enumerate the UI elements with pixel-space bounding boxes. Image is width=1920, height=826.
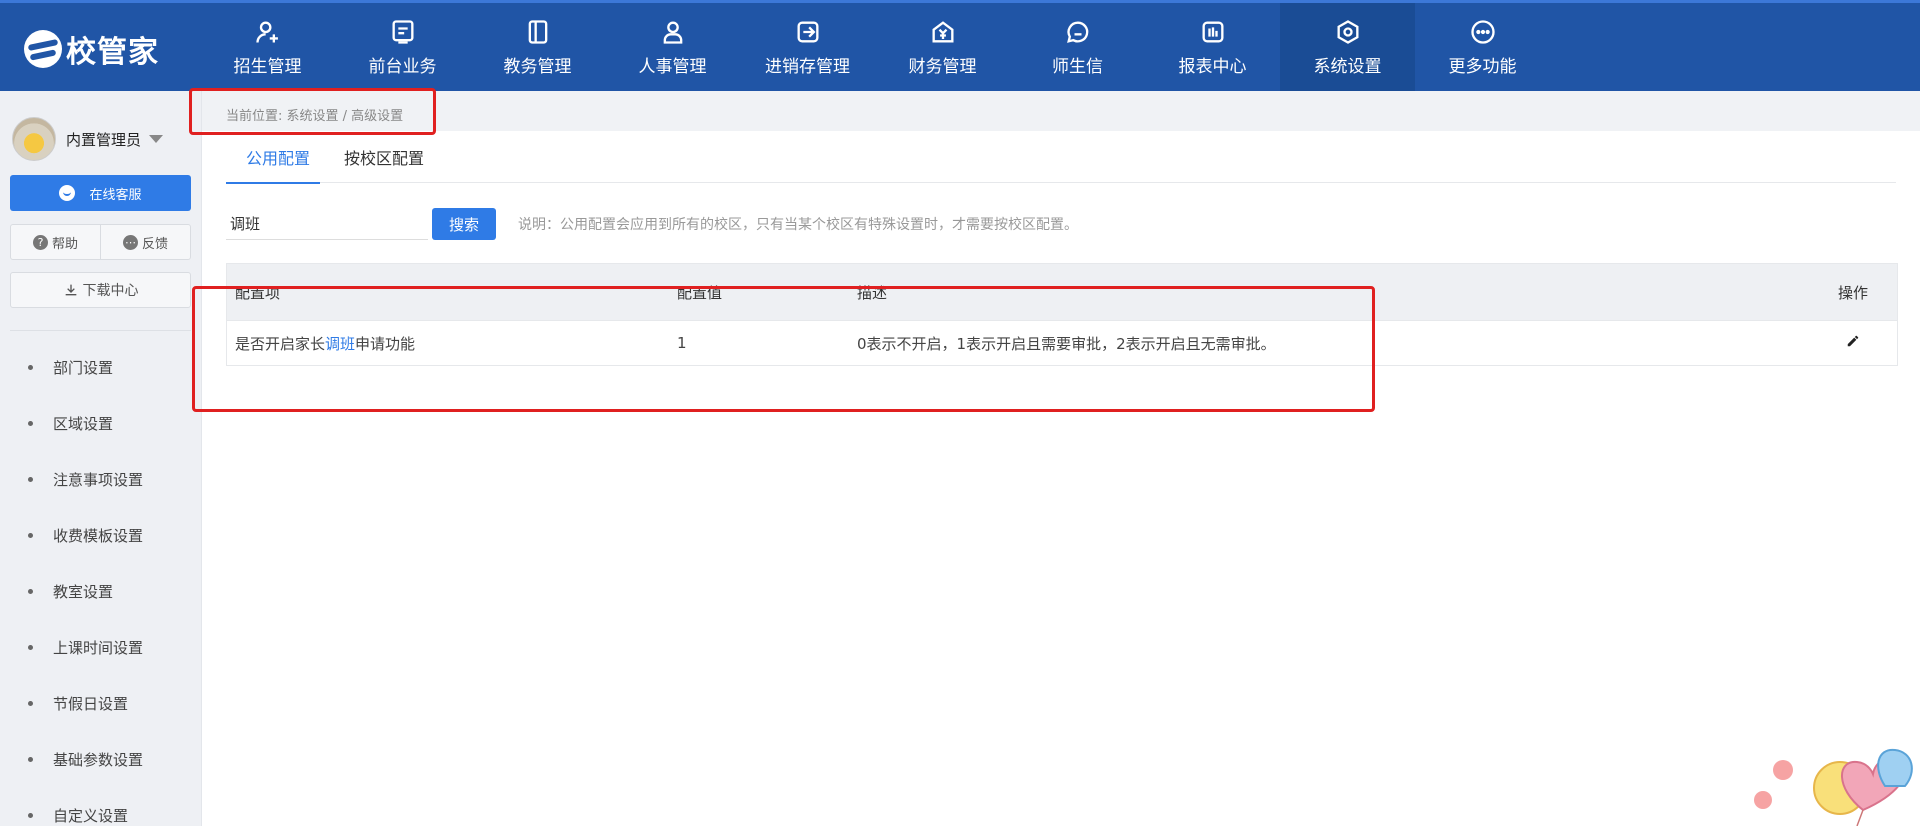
bullet-icon (28, 644, 33, 650)
brand-logo[interactable]: 校管家 (24, 27, 159, 71)
service-face-icon (59, 185, 76, 201)
bullet-icon (28, 812, 33, 818)
main-content: 公用配置 按校区配置 搜索 说明：公用配置会应用到所有的校区，只有当某个校区有特… (202, 131, 1920, 826)
sidebar-item-region[interactable]: 区域设置 (0, 395, 202, 451)
sidebar-item-label: 教室设置 (53, 582, 114, 601)
nav-label: 更多功能 (1448, 56, 1517, 77)
sidebar-item-fee-template[interactable]: 收费模板设置 (0, 507, 202, 563)
col-header-action: 操作 (1837, 283, 1868, 302)
nav-item-finance[interactable]: 财务管理 (875, 3, 1010, 91)
sidebar-item-classroom[interactable]: 教室设置 (0, 563, 202, 619)
sidebar-item-label: 基础参数设置 (53, 750, 144, 769)
help-button[interactable]: ? 帮助 (11, 225, 100, 259)
bullet-icon (28, 532, 33, 538)
search-row: 搜索 说明：公用配置会应用到所有的校区，只有当某个校区有特殊设置时，才需要按校区… (226, 207, 1078, 241)
bullet-icon (28, 364, 33, 370)
user-name: 内置管理员 (66, 130, 142, 149)
nav-label: 系统设置 (1313, 56, 1382, 77)
tab-campus-config[interactable]: 按校区配置 (320, 131, 448, 183)
bar-report-icon (1199, 18, 1227, 46)
feedback-button[interactable]: ⋯ 反馈 (100, 225, 190, 259)
breadcrumb-bar: 当前位置: 系统设置 / 高级设置 (202, 91, 1920, 131)
nav-item-academic[interactable]: 教务管理 (470, 3, 605, 91)
download-center-button[interactable]: 下载中心 (10, 272, 191, 308)
sidebar-item-label: 节假日设置 (53, 694, 129, 713)
nav-label: 前台业务 (368, 56, 437, 77)
help-feedback-row: ? 帮助 ⋯ 反馈 (10, 224, 191, 260)
highlight-box-table (192, 286, 1375, 412)
download-center-label: 下载中心 (82, 283, 139, 299)
nav-label: 教务管理 (503, 56, 572, 77)
nav-label: 进销存管理 (765, 56, 850, 77)
nav-label: 招生管理 (233, 56, 302, 77)
bullet-icon (28, 700, 33, 706)
sidebar-item-label: 部门设置 (53, 358, 114, 377)
sidebar-item-label: 注意事项设置 (53, 470, 144, 489)
logo-mark-icon (24, 30, 62, 68)
nav-label: 人事管理 (638, 56, 707, 77)
download-icon (65, 284, 76, 296)
top-navigation-bar: 校管家 招生管理 前台业务 教务管理 人事管理 进销存管理 财务管理 师生信 报… (0, 0, 1920, 91)
user-menu[interactable]: 内置管理员 (12, 117, 164, 161)
sidebar-item-notices[interactable]: 注意事项设置 (0, 451, 202, 507)
online-service-label: 在线客服 (89, 187, 142, 203)
sidebar-item-custom[interactable]: 自定义设置 (0, 787, 202, 826)
chat-icon (1064, 18, 1092, 46)
sidebar-item-basic-params[interactable]: 基础参数设置 (0, 731, 202, 787)
online-service-button[interactable]: 在线客服 (10, 175, 191, 211)
bullet-icon (28, 476, 33, 482)
search-note: 说明：公用配置会应用到所有的校区，只有当某个校区有特殊设置时，才需要按校区配置。 (518, 217, 1078, 233)
sidebar-item-label: 自定义设置 (53, 806, 129, 825)
book-icon (524, 18, 552, 46)
yen-house-icon (929, 18, 957, 46)
search-button[interactable]: 搜索 (432, 208, 496, 240)
nav-item-more[interactable]: 更多功能 (1415, 3, 1550, 91)
nav-item-system-settings[interactable]: 系统设置 (1280, 3, 1415, 91)
nav-item-inventory[interactable]: 进销存管理 (740, 3, 875, 91)
nav-item-recruitment[interactable]: 招生管理 (200, 3, 335, 91)
monitor-icon (389, 18, 417, 46)
bullet-icon (28, 756, 33, 762)
brand-name: 校管家 (66, 35, 159, 70)
settings-menu: 部门设置 区域设置 注意事项设置 收费模板设置 教室设置 上课时间设置 节假日设… (0, 339, 202, 826)
avatar (12, 117, 56, 161)
help-label: 帮助 (51, 236, 78, 252)
sidebar-divider (10, 330, 191, 331)
edit-icon[interactable] (1809, 334, 1897, 352)
config-tabs: 公用配置 按校区配置 (226, 131, 1896, 184)
bullet-icon (28, 588, 33, 594)
search-input[interactable] (226, 208, 428, 240)
sidebar-item-label: 区域设置 (53, 414, 114, 433)
nav-label: 报表中心 (1178, 56, 1247, 77)
sidebar-item-holiday[interactable]: 节假日设置 (0, 675, 202, 731)
feedback-dots-icon: ⋯ (122, 234, 138, 250)
nav-item-front-desk[interactable]: 前台业务 (335, 3, 470, 91)
main-nav: 招生管理 前台业务 教务管理 人事管理 进销存管理 财务管理 师生信 报表中心 (200, 3, 1550, 91)
arrow-box-icon (794, 18, 822, 46)
gear-hex-icon (1334, 18, 1362, 46)
nav-item-hr[interactable]: 人事管理 (605, 3, 740, 91)
person-icon (659, 18, 687, 46)
caret-down-icon (149, 135, 164, 143)
tab-public-config[interactable]: 公用配置 (226, 131, 321, 184)
add-user-icon (254, 18, 282, 46)
nav-item-messages[interactable]: 师生信 (1010, 3, 1145, 91)
nav-label: 财务管理 (908, 56, 977, 77)
question-icon: ? (32, 234, 48, 250)
highlight-box-breadcrumb (189, 88, 436, 135)
nav-item-reports[interactable]: 报表中心 (1145, 3, 1280, 91)
nav-label: 师生信 (1052, 56, 1103, 77)
bullet-icon (28, 420, 33, 426)
balloons-decoration-icon (1754, 748, 1913, 826)
sidebar: 内置管理员 在线客服 ? 帮助 ⋯ 反馈 下载中心 部门设置 区域设置 注意事项… (0, 91, 202, 826)
sidebar-item-label: 上课时间设置 (53, 638, 144, 657)
more-dots-icon (1469, 18, 1497, 46)
sidebar-item-label: 收费模板设置 (53, 526, 144, 545)
sidebar-item-department[interactable]: 部门设置 (0, 339, 202, 395)
sidebar-item-class-time[interactable]: 上课时间设置 (0, 619, 202, 675)
feedback-label: 反馈 (141, 236, 168, 252)
